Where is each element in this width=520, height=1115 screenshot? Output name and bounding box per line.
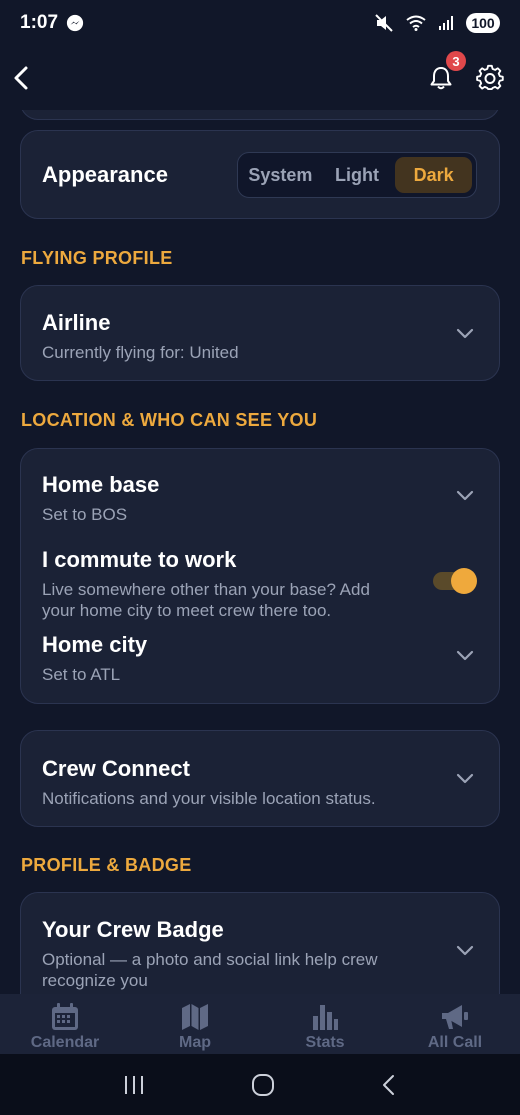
settings-gear-icon[interactable] — [476, 64, 504, 92]
airline-title: Airline — [42, 310, 111, 335]
battery-indicator: 100 — [466, 13, 500, 33]
home-button-icon[interactable] — [251, 1073, 275, 1097]
nav-stats-label: Stats — [305, 1034, 345, 1051]
location-card: Home base Set to BOS I commute to work L… — [20, 448, 500, 704]
chevron-down-icon — [456, 328, 474, 339]
settings-scroll-area[interactable]: Appearance System Light Dark FLYING PROF… — [0, 110, 520, 994]
home-city-row[interactable]: Home city Set to ATL — [42, 632, 499, 685]
system-back-icon[interactable] — [381, 1074, 397, 1096]
home-city-subtitle: Set to ATL — [42, 665, 121, 684]
status-bar: 1:07 100 — [0, 0, 520, 46]
appearance-card: Appearance System Light Dark — [20, 130, 500, 219]
nav-map[interactable]: Map — [130, 994, 260, 1054]
airline-subtitle: Currently flying for: United — [42, 343, 239, 362]
section-header-profile-badge: PROFILE & BADGE — [21, 855, 192, 875]
appearance-option-light[interactable]: Light — [319, 157, 396, 193]
messenger-icon — [66, 14, 84, 32]
home-base-title: Home base — [42, 472, 160, 497]
appearance-segmented-control: System Light Dark — [237, 152, 477, 198]
system-nav-bar — [0, 1054, 520, 1115]
commute-title: I commute to work — [42, 547, 237, 572]
map-icon — [182, 1004, 208, 1030]
section-header-flying-profile: FLYING PROFILE — [21, 248, 173, 268]
commute-row: I commute to work Live somewhere other t… — [42, 547, 399, 621]
home-base-subtitle: Set to BOS — [42, 505, 128, 524]
airline-card[interactable]: Airline Currently flying for: United — [20, 285, 500, 381]
crew-badge-title: Your Crew Badge — [42, 917, 224, 942]
commute-subtitle: Live somewhere other than your base? Add… — [42, 580, 370, 620]
previous-card — [20, 110, 500, 120]
nav-stats[interactable]: Stats — [260, 994, 390, 1054]
home-base-row[interactable]: Home base Set to BOS — [42, 472, 499, 525]
signal-icon — [439, 16, 453, 30]
crew-badge-card[interactable]: Your Crew Badge Optional — a photo and s… — [20, 892, 500, 994]
crew-connect-card[interactable]: Crew Connect Notifications and your visi… — [20, 730, 500, 827]
nav-calendar[interactable]: Calendar — [0, 994, 130, 1054]
nav-all-call[interactable]: All Call — [390, 994, 520, 1054]
chevron-down-icon — [456, 490, 474, 501]
chevron-down-icon — [456, 945, 474, 956]
mute-icon — [375, 14, 393, 32]
chevron-down-icon — [456, 773, 474, 784]
calendar-icon — [52, 1003, 78, 1030]
nav-all-call-label: All Call — [427, 1034, 483, 1051]
appearance-option-system[interactable]: System — [242, 157, 319, 193]
commute-toggle[interactable] — [433, 568, 477, 594]
notifications-button[interactable]: 3 — [428, 51, 466, 91]
wifi-icon — [406, 15, 426, 31]
recent-apps-icon[interactable] — [123, 1075, 145, 1095]
app-header: 3 — [0, 46, 520, 110]
crew-badge-subtitle: Optional — a photo and social link help … — [42, 950, 378, 990]
bottom-nav: Calendar Map Stats All Call — [0, 994, 520, 1054]
section-header-location: LOCATION & WHO CAN SEE YOU — [21, 410, 318, 430]
toggle-knob — [451, 568, 477, 594]
nav-map-label: Map — [179, 1034, 211, 1051]
notification-count-badge: 3 — [446, 51, 466, 71]
stats-icon — [313, 1005, 338, 1030]
back-arrow-icon[interactable] — [12, 65, 32, 91]
home-city-title: Home city — [42, 632, 148, 657]
appearance-option-dark[interactable]: Dark — [395, 157, 473, 193]
status-time: 1:07 — [20, 12, 59, 33]
megaphone-icon — [442, 1005, 468, 1029]
crew-connect-title: Crew Connect — [42, 756, 190, 781]
nav-calendar-label: Calendar — [30, 1034, 100, 1051]
chevron-down-icon — [456, 650, 474, 661]
crew-connect-subtitle: Notifications and your visible location … — [42, 789, 376, 808]
